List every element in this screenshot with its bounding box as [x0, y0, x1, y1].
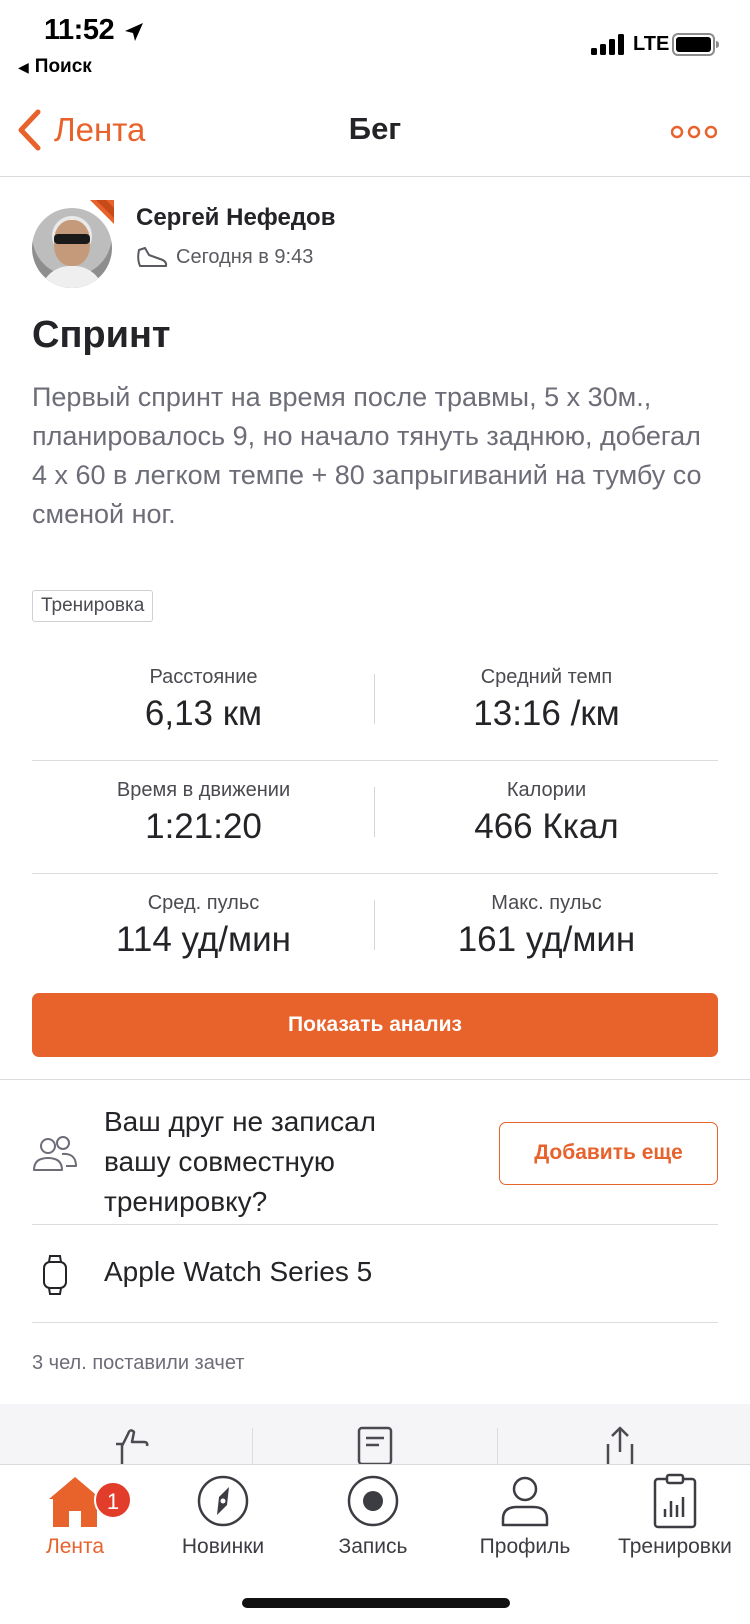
- stats-grid: Расстояние 6,13 км Средний темп 13:16 /к…: [32, 648, 718, 987]
- divider: [32, 1322, 718, 1323]
- navigation-bar: Лента Бег: [0, 95, 750, 177]
- stat-label: Средний темп: [480, 666, 613, 688]
- home-indicator: [242, 1598, 510, 1608]
- action-divider: [252, 1428, 253, 1464]
- page-title: Бег: [348, 111, 402, 146]
- comment-icon[interactable]: [355, 1424, 395, 1464]
- tab-label: Новинки: [181, 1535, 265, 1558]
- stat-value: 13:16 /км: [473, 694, 620, 733]
- action-divider: [497, 1428, 498, 1464]
- compass-icon: [197, 1475, 249, 1527]
- device-row: Apple Watch Series 5: [32, 1226, 718, 1322]
- workout-type-tag: Тренировка: [32, 590, 154, 622]
- stat-row: Время в движении 1:21:20 Калории 466 Кка…: [32, 761, 718, 874]
- thumbs-up-icon[interactable]: [110, 1424, 150, 1464]
- stat-value: 1:21:20: [145, 807, 262, 846]
- status-time: 11:52: [44, 14, 115, 46]
- tab-feed[interactable]: Лента 1: [0, 1473, 150, 1573]
- tab-explore[interactable]: Новинки: [148, 1473, 298, 1573]
- stat-value: 466 Ккал: [474, 807, 619, 846]
- activity-meta: Сегодня в 9:43: [136, 246, 313, 269]
- group-activity-text: Ваш друг не записал вашу совместную трен…: [104, 1106, 377, 1217]
- kudos-count[interactable]: 3 чел. поставили зачет: [32, 1352, 244, 1375]
- stat-calories: Калории 466 Ккал: [375, 761, 718, 874]
- subscriber-badge-icon: [90, 200, 114, 224]
- stat-pace: Средний темп 13:16 /км: [375, 648, 718, 761]
- activity-description: Первый спринт на время после травмы, 5 х…: [32, 382, 702, 529]
- stat-label: Макс. пульс: [491, 892, 602, 914]
- stat-label: Сред. пульс: [147, 892, 260, 914]
- stat-label: Калории: [506, 779, 587, 801]
- cellular-signal-icon: [591, 34, 624, 55]
- stat-value: 6,13 км: [144, 694, 263, 733]
- network-type: LTE: [633, 33, 670, 55]
- location-arrow-icon: [125, 23, 143, 41]
- device-name: Apple Watch Series 5: [104, 1256, 373, 1287]
- back-to-app-link[interactable]: ◀ Поиск: [18, 56, 92, 78]
- action-bar: [0, 1404, 750, 1464]
- stat-value: 161 уд/мин: [457, 920, 636, 959]
- back-triangle-icon: ◀: [18, 59, 29, 75]
- share-icon[interactable]: [600, 1424, 640, 1464]
- clipboard-chart-icon: [653, 1473, 697, 1529]
- stat-label: Расстояние: [149, 666, 258, 688]
- battery-icon: [672, 33, 719, 56]
- stat-max-heart-rate: Макс. пульс 161 уд/мин: [375, 874, 718, 987]
- watch-icon: [43, 1255, 67, 1295]
- people-icon: [33, 1136, 77, 1171]
- stat-avg-heart-rate: Сред. пульс 114 уд/мин: [32, 874, 375, 987]
- tab-label: Лента: [45, 1535, 105, 1558]
- profile-icon: [501, 1476, 549, 1527]
- stat-row: Расстояние 6,13 км Средний темп 13:16 /к…: [32, 648, 718, 761]
- tab-profile[interactable]: Профиль: [450, 1473, 600, 1573]
- group-activity-prompt: Ваш друг не записал вашу совместную трен…: [32, 1092, 718, 1222]
- stat-moving-time: Время в движении 1:21:20: [32, 761, 375, 874]
- more-options-icon[interactable]: [671, 125, 717, 139]
- tab-label: Тренировки: [618, 1535, 732, 1558]
- author-header: Сергей Нефедов Сегодня в 9:43: [32, 200, 732, 290]
- record-icon: [347, 1475, 399, 1527]
- add-more-button[interactable]: Добавить еще: [499, 1122, 718, 1185]
- running-shoe-icon: [137, 246, 168, 267]
- tab-trainings[interactable]: Тренировки: [600, 1473, 750, 1573]
- stat-value: 114 уд/мин: [116, 920, 291, 959]
- tab-record[interactable]: Запись: [298, 1473, 448, 1573]
- show-analysis-button[interactable]: Показать анализ: [32, 993, 718, 1057]
- stat-distance: Расстояние 6,13 км: [32, 648, 375, 761]
- stat-row: Сред. пульс 114 уд/мин Макс. пульс 161 у…: [32, 874, 718, 987]
- divider: [32, 1224, 718, 1225]
- tab-label: Запись: [338, 1535, 408, 1558]
- back-app-label: Поиск: [34, 56, 92, 77]
- activity-timestamp: Сегодня в 9:43: [176, 246, 314, 268]
- tab-label: Профиль: [479, 1535, 571, 1558]
- activity-title: Спринт: [32, 314, 171, 356]
- status-bar: 11:52 ◀ Поиск LTE: [0, 0, 750, 90]
- notification-badge: 1: [94, 1481, 132, 1519]
- section-divider: [0, 1079, 750, 1080]
- author-name[interactable]: Сергей Нефедов: [136, 204, 335, 232]
- stat-label: Время в движении: [116, 779, 291, 801]
